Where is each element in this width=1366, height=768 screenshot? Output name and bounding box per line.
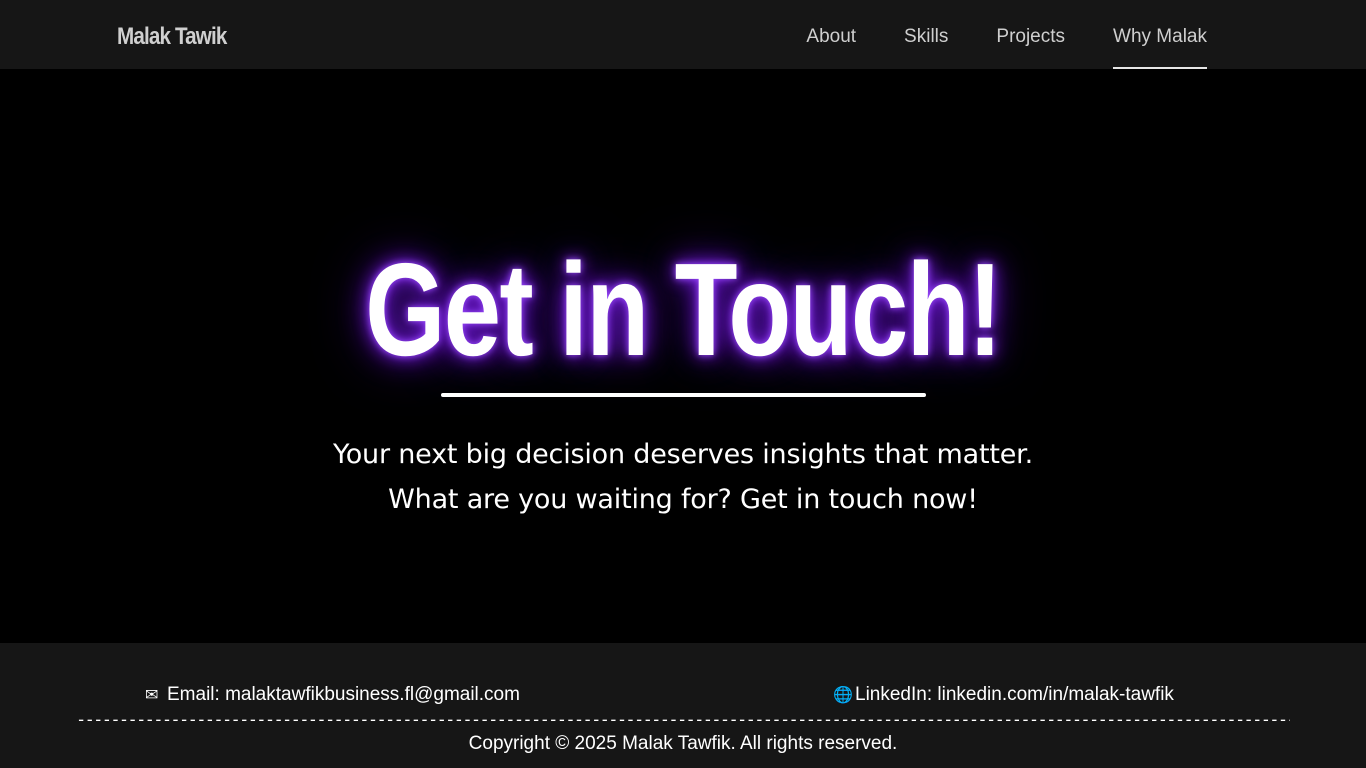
footer: ✉ Email: malaktawfikbusiness.fl@gmail.com…: [0, 643, 1366, 768]
hero-tagline: Your next big decision deserves insights…: [333, 439, 1033, 470]
email-contact[interactable]: ✉ Email: malaktawfikbusiness.fl@gmail.com: [145, 683, 520, 708]
nav-link-skills[interactable]: Skills: [904, 0, 948, 69]
contact-hero: Get in Touch! Your next big decision des…: [0, 69, 1366, 643]
linkedin-text[interactable]: LinkedIn: linkedin.com/in/malak-tawfik: [855, 684, 1174, 705]
linkedin-contact[interactable]: 🌐 LinkedIn: linkedin.com/in/malak-tawfik: [833, 683, 1174, 708]
globe-icon: 🌐: [833, 687, 853, 704]
brand-logo[interactable]: Malak Tawik: [117, 22, 227, 52]
title-underline: [441, 393, 926, 397]
nav-menu: About Skills Projects Why Malak: [758, 0, 1207, 69]
hero-call-to-action: What are you waiting for? Get in touch n…: [388, 484, 978, 515]
nav-link-about[interactable]: About: [806, 0, 856, 69]
navbar: Malak Tawik About Skills Projects Why Ma…: [0, 0, 1366, 69]
email-text[interactable]: Email: malaktawfikbusiness.fl@gmail.com: [167, 684, 520, 705]
nav-link-projects[interactable]: Projects: [996, 0, 1065, 69]
hero-title: Get in Touch!: [365, 236, 1002, 383]
envelope-icon: ✉: [145, 687, 159, 704]
footer-divider: ----------------------------------------…: [76, 710, 1290, 730]
copyright: Copyright © 2025 Malak Tawfik. All right…: [468, 733, 898, 754]
nav-link-why-malak[interactable]: Why Malak: [1113, 0, 1207, 69]
